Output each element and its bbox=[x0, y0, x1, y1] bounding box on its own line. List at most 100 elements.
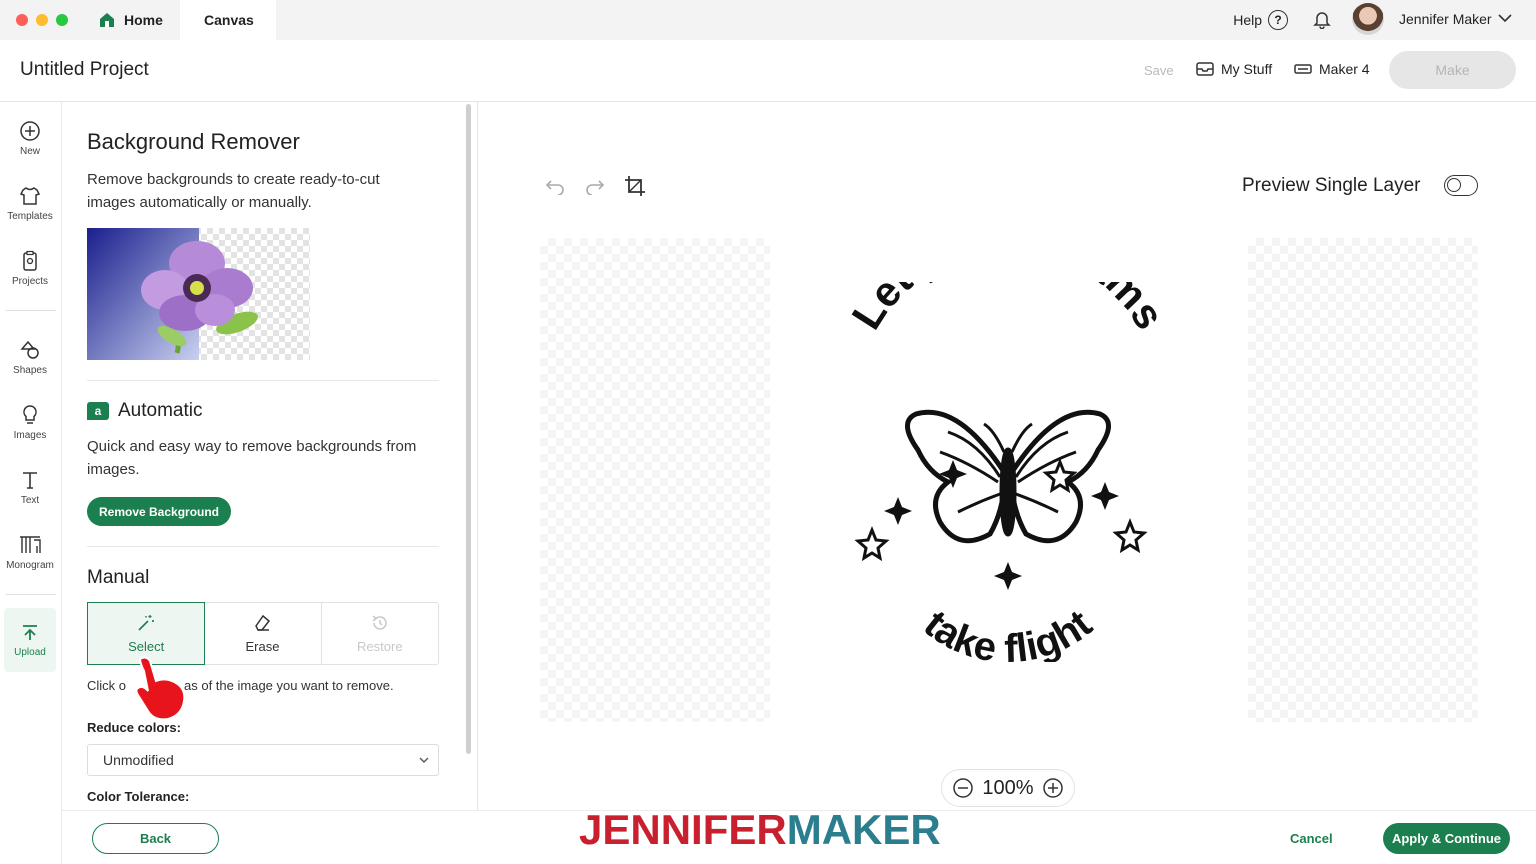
toggle-knob bbox=[1447, 178, 1461, 192]
flower-example-image bbox=[87, 228, 310, 360]
bell-icon[interactable] bbox=[1312, 9, 1332, 29]
erase-tool-button[interactable]: Erase bbox=[204, 603, 322, 664]
zoom-out-icon[interactable] bbox=[952, 777, 974, 799]
remove-background-button[interactable]: Remove Background bbox=[87, 497, 231, 526]
star-outline-icon bbox=[854, 525, 890, 562]
cancel-button[interactable]: Cancel bbox=[1290, 831, 1333, 846]
nav-item-templates[interactable]: Templates bbox=[0, 175, 60, 231]
reduce-colors-label: Reduce colors: bbox=[87, 720, 181, 735]
top-arc-text: Let your dreams bbox=[842, 282, 1168, 337]
transparent-area-left bbox=[540, 238, 770, 722]
select-tool-label: Select bbox=[128, 639, 165, 654]
butterfly-artwork[interactable]: Let your dreams take flight bbox=[828, 282, 1168, 662]
text-icon bbox=[23, 471, 37, 489]
apply-continue-button[interactable]: Apply & Continue bbox=[1383, 823, 1510, 854]
eraser-icon bbox=[255, 614, 271, 631]
tab-canvas[interactable]: Canvas bbox=[180, 0, 276, 40]
my-stuff-button[interactable]: My Stuff bbox=[1196, 61, 1272, 77]
chevron-down-icon bbox=[419, 757, 429, 763]
machine-label: Maker 4 bbox=[1319, 61, 1370, 77]
title-bar: Home Canvas Help ? Jennifer Maker bbox=[0, 0, 1536, 40]
nav-item-text[interactable]: Text bbox=[0, 459, 60, 515]
my-stuff-label: My Stuff bbox=[1221, 61, 1273, 77]
nav-item-monogram[interactable]: Monogram bbox=[0, 524, 60, 580]
bottom-arc-text: take flight bbox=[916, 602, 1100, 662]
color-tolerance-label: Color Tolerance: bbox=[87, 789, 190, 804]
preview-single-layer-toggle[interactable] bbox=[1444, 175, 1478, 196]
logo-part-2: MAKER bbox=[786, 806, 941, 853]
nav-label-templates: Templates bbox=[7, 210, 53, 222]
question-icon: ? bbox=[1268, 10, 1288, 30]
left-nav: New Templates Projects Shapes Images Tex… bbox=[0, 102, 62, 864]
maximize-window-button[interactable] bbox=[56, 14, 68, 26]
manual-title: Manual bbox=[87, 567, 150, 588]
background-remover-panel: Background Remover Remove backgrounds to… bbox=[62, 102, 478, 810]
make-button[interactable]: Make bbox=[1389, 51, 1516, 89]
reduce-colors-select[interactable]: Unmodified bbox=[87, 744, 439, 776]
inbox-icon bbox=[1196, 62, 1214, 76]
close-window-button[interactable] bbox=[16, 14, 28, 26]
nav-divider bbox=[6, 594, 56, 595]
preview-single-layer-label: Preview Single Layer bbox=[1242, 175, 1421, 196]
shapes-icon bbox=[20, 340, 39, 359]
shirt-icon bbox=[19, 186, 41, 205]
hint-start: Click o bbox=[87, 678, 127, 693]
machine-selector[interactable]: Maker 4 bbox=[1294, 61, 1370, 77]
sparkle-icon bbox=[994, 562, 1022, 590]
hint-end: as of the image you want to remove. bbox=[184, 678, 394, 693]
butterfly-icon bbox=[905, 409, 1111, 544]
nav-label-text: Text bbox=[20, 494, 40, 506]
sparkle-icon bbox=[884, 497, 912, 525]
home-icon bbox=[100, 13, 114, 27]
undo-icon[interactable] bbox=[544, 177, 566, 195]
projects-icon bbox=[23, 250, 37, 271]
back-button[interactable]: Back bbox=[92, 823, 219, 854]
machine-icon bbox=[1294, 64, 1312, 74]
star-outline-icon bbox=[1112, 517, 1148, 554]
pointing-hand-icon bbox=[135, 656, 186, 721]
logo-part-1: JENNIFER bbox=[579, 806, 787, 853]
upload-icon bbox=[23, 624, 37, 640]
nav-item-upload[interactable]: Upload bbox=[4, 608, 56, 672]
panel-divider bbox=[87, 380, 439, 381]
lightbulb-icon bbox=[23, 404, 37, 424]
nav-label-monogram: Monogram bbox=[6, 559, 54, 571]
nav-item-projects[interactable]: Projects bbox=[0, 240, 60, 296]
nav-item-images[interactable]: Images bbox=[0, 394, 60, 450]
plus-circle-icon bbox=[20, 120, 40, 141]
zoom-control: 100% bbox=[941, 769, 1075, 807]
minimize-window-button[interactable] bbox=[36, 14, 48, 26]
automatic-badge-icon: a bbox=[87, 402, 109, 420]
avatar[interactable] bbox=[1352, 3, 1384, 35]
help-label: Help bbox=[1233, 12, 1262, 28]
footer-bar: Back JENNIFERMAKER Cancel Apply & Contin… bbox=[62, 809, 1536, 864]
nav-label-shapes: Shapes bbox=[13, 364, 47, 376]
nav-label-new: New bbox=[19, 145, 40, 157]
transparent-area-right bbox=[1248, 238, 1478, 722]
panel-description: Remove backgrounds to create ready-to-cu… bbox=[87, 171, 380, 211]
crop-icon[interactable] bbox=[624, 175, 646, 197]
erase-tool-label: Erase bbox=[245, 639, 280, 654]
automatic-description: Quick and easy way to remove backgrounds… bbox=[87, 438, 417, 478]
tab-home-label: Home bbox=[124, 12, 163, 28]
help-button[interactable]: Help ? bbox=[1233, 10, 1288, 30]
nav-label-upload: Upload bbox=[14, 646, 46, 658]
magic-wand-icon bbox=[138, 615, 155, 631]
user-name[interactable]: Jennifer Maker bbox=[1399, 11, 1492, 27]
panel-scrollbar[interactable] bbox=[466, 104, 471, 754]
chevron-down-icon[interactable] bbox=[1498, 12, 1512, 24]
restore-tool-label: Restore bbox=[357, 639, 403, 654]
project-title[interactable]: Untitled Project bbox=[20, 59, 149, 81]
nav-item-new[interactable]: New bbox=[0, 110, 60, 166]
redo-icon[interactable] bbox=[584, 177, 606, 195]
save-button[interactable]: Save bbox=[1144, 63, 1174, 78]
automatic-section-header: a Automatic bbox=[87, 400, 202, 422]
restore-icon bbox=[372, 615, 387, 630]
nav-item-shapes[interactable]: Shapes bbox=[0, 329, 60, 385]
tab-home[interactable]: Home bbox=[88, 0, 180, 40]
zoom-in-icon[interactable] bbox=[1042, 777, 1064, 799]
nav-label-images: Images bbox=[13, 429, 47, 441]
monogram-icon bbox=[20, 535, 41, 553]
restore-tool-button[interactable]: Restore bbox=[322, 603, 438, 664]
zoom-level: 100% bbox=[982, 776, 1034, 799]
